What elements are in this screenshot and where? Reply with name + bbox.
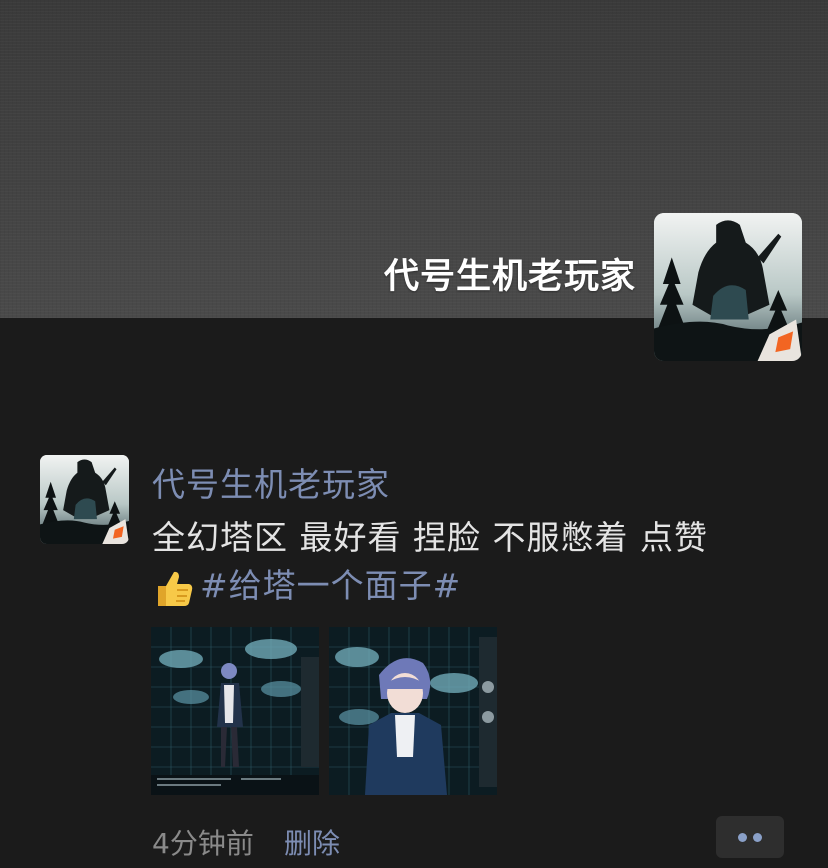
post-time: 4分钟前 — [152, 827, 254, 860]
hashtag-link[interactable]: #给塔一个面子# — [200, 566, 461, 605]
more-dots-icon — [753, 833, 762, 842]
post-text-line: #给塔一个面子# — [152, 562, 792, 610]
more-dots-icon — [738, 833, 747, 842]
forest-silhouette-avatar-icon — [654, 213, 802, 361]
post-text: 全幻塔区 最好看 捏脸 不服憋着 点赞 #给塔一个面子# — [152, 514, 792, 610]
post-author-avatar[interactable] — [40, 455, 129, 544]
profile-name[interactable]: 代号生机老玩家 — [384, 248, 636, 299]
game-character-screenshot — [151, 627, 319, 795]
post-photo-2[interactable] — [329, 627, 497, 795]
thumbs-up-emoji-icon — [158, 571, 193, 606]
forest-silhouette-avatar-icon — [40, 455, 129, 544]
game-character-screenshot — [329, 627, 497, 795]
post-text-line: 全幻塔区 最好看 捏脸 不服憋着 点赞 — [152, 518, 708, 557]
profile-avatar[interactable] — [654, 213, 802, 361]
more-actions-button[interactable] — [716, 816, 784, 858]
post-author-name[interactable]: 代号生机老玩家 — [152, 458, 390, 506]
post-photo-1[interactable] — [151, 627, 319, 795]
delete-button[interactable]: 删除 — [284, 822, 340, 862]
